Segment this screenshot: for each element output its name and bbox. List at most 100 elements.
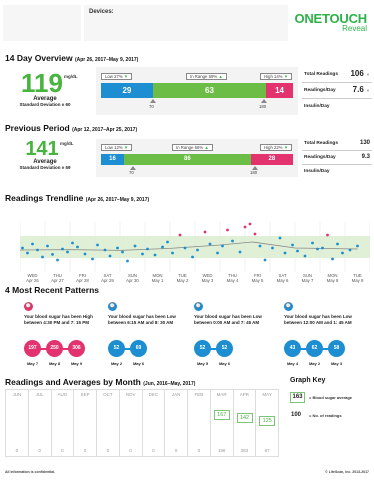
overview-title: 14 Day Overview (Apr 26, 2017–May 9, 201… bbox=[5, 53, 139, 63]
clock-icon: ⌚ bbox=[108, 302, 117, 311]
pattern-reading-date: May 3 bbox=[330, 361, 343, 366]
monthly-title: Readings and Averages by Month (Jun, 201… bbox=[5, 377, 196, 387]
reading-point bbox=[331, 257, 334, 261]
previous-low-threshold: 70 bbox=[129, 170, 134, 175]
overview-high-segment: 14 bbox=[266, 83, 293, 98]
pattern-card[interactable]: ⌚ Your blood sugar has been Low between 0… bbox=[194, 302, 278, 372]
pattern-card[interactable]: ⌚ Your blood sugar has been Low between 6… bbox=[108, 302, 192, 372]
trendline-chart bbox=[20, 222, 370, 272]
reading-point bbox=[171, 251, 174, 255]
reading-point bbox=[26, 251, 29, 255]
reading-point bbox=[203, 230, 207, 234]
graph-key: Graph Key 163 = Blood sugar average 100 … bbox=[290, 377, 370, 424]
month-name: JUL bbox=[35, 392, 44, 397]
reading-point bbox=[208, 242, 212, 246]
previous-inrange-segment: 86 bbox=[124, 154, 251, 165]
reading-point bbox=[183, 246, 187, 250]
month-column: MAR 167 196 bbox=[211, 390, 234, 456]
pattern-reading-value: 197 bbox=[24, 340, 41, 357]
month-column: NOV 0 bbox=[120, 390, 143, 456]
month-name: MAR bbox=[216, 392, 227, 397]
graph-key-title: Graph Key bbox=[290, 377, 326, 384]
month-average: 167 bbox=[213, 409, 230, 420]
pattern-reading-date: May 2 bbox=[308, 361, 321, 366]
graph-key-count-sample: 100 bbox=[291, 412, 302, 418]
month-reading-count: 67 bbox=[264, 448, 270, 453]
reading-point bbox=[146, 247, 149, 251]
pattern-reading-date: May 4 bbox=[286, 361, 299, 366]
reading-point bbox=[166, 240, 169, 244]
month-reading-count: 0 bbox=[15, 448, 19, 453]
reading-point bbox=[91, 257, 94, 261]
month-name: DEC bbox=[148, 392, 159, 397]
trend-day-label: MON May 1 bbox=[151, 273, 164, 283]
reading-point bbox=[303, 254, 307, 258]
month-reading-count: 196 bbox=[217, 448, 226, 453]
previous-title: Previous Period (Apr 12, 2017–Apr 25, 20… bbox=[5, 123, 138, 133]
reading-point bbox=[191, 255, 194, 259]
pattern-description: Your blood sugar has been High between 4… bbox=[24, 314, 93, 325]
monthly-grid: JUN 0 JUL 0 AUG 0 SEP 0 OCT 0 NOV 0 DEC 0 JAN 0 FEB 0 MAR 1… bbox=[5, 389, 279, 457]
month-column: OCT 0 bbox=[97, 390, 120, 456]
month-reading-count: 0 bbox=[61, 448, 64, 453]
month-reading-count: 0 bbox=[83, 448, 87, 453]
month-column: JUN 0 bbox=[6, 390, 29, 456]
reading-point bbox=[291, 243, 294, 247]
overview-inrange-segment: 63 bbox=[152, 83, 267, 98]
overview-unit: mg/dL bbox=[64, 74, 78, 79]
pattern-card[interactable]: ⌚ Your blood sugar has been High between … bbox=[24, 302, 108, 372]
pattern-reading-value: 69 bbox=[130, 340, 147, 357]
month-column: MAY 125 67 bbox=[256, 390, 278, 456]
pattern-reading-value: 306 bbox=[68, 340, 85, 357]
overview-inrange-tag: In Range 59% ▲ bbox=[186, 73, 227, 80]
reading-point bbox=[326, 233, 329, 237]
month-average: 125 bbox=[259, 415, 276, 426]
pattern-reading-value: 250 bbox=[46, 340, 63, 357]
pattern-reading-date: May 5 bbox=[196, 361, 209, 366]
pattern-reading-date: May 6 bbox=[218, 361, 231, 366]
pattern-reading-date: May 9 bbox=[70, 361, 83, 366]
overview-range-panel: Low 27% ▼ In Range 59% ▲ High 14% ▼ 29 6… bbox=[96, 67, 298, 115]
previous-low-tag: Low 12% ▼ bbox=[101, 144, 133, 151]
overview-sd: Standard Deviation ± 60 bbox=[19, 102, 71, 107]
reading-point bbox=[116, 246, 119, 250]
previous-inrange-tag: In Range 66% ▲ bbox=[172, 144, 213, 151]
reading-point bbox=[238, 250, 242, 254]
reading-point bbox=[356, 244, 359, 248]
overview-high-marker bbox=[261, 99, 267, 103]
pattern-reading-value: 52 bbox=[108, 340, 125, 357]
graph-key-count-desc: = No. of readings bbox=[309, 413, 342, 418]
pattern-card[interactable]: ⌚ Your blood sugar has been Low between 1… bbox=[284, 302, 368, 372]
reading-point bbox=[133, 244, 137, 248]
overview-low-marker bbox=[150, 99, 156, 103]
pattern-reading-date: May 6 bbox=[132, 361, 145, 366]
reading-point bbox=[51, 253, 54, 256]
pattern-readings: 197 250 306 bbox=[24, 340, 108, 358]
clock-icon: ⌚ bbox=[284, 302, 293, 311]
overview-low-tag: Low 27% ▼ bbox=[101, 73, 133, 80]
report-header: Devices: ONETOUCH Reveal bbox=[3, 5, 371, 43]
overview-readings-per-day: Readings/Day 7.6 ▼ bbox=[302, 83, 372, 99]
pattern-reading-date: May 8 bbox=[48, 361, 61, 366]
reading-point bbox=[316, 247, 319, 251]
previous-sd: Standard Deviation ± 59 bbox=[19, 165, 71, 170]
trend-day-label: SAT May 6 bbox=[276, 273, 289, 283]
reading-point bbox=[196, 248, 199, 252]
pattern-description: Your blood sugar has been Low between 12… bbox=[284, 314, 352, 325]
reading-point bbox=[311, 241, 314, 245]
previous-low-segment: 16 bbox=[101, 154, 125, 165]
footer-confidential: All information is confidential. bbox=[5, 470, 56, 474]
overview-high-tag: High 14% ▼ bbox=[260, 73, 293, 80]
previous-high-segment: 28 bbox=[250, 154, 293, 165]
pattern-reading-value: 43 bbox=[284, 340, 301, 357]
previous-high-tag: High 22% ▼ bbox=[260, 144, 293, 151]
overview-low-threshold: 70 bbox=[149, 104, 154, 109]
reading-point bbox=[336, 242, 339, 246]
overview-average: 119 mg/dL Average Standard Deviation ± 6… bbox=[5, 70, 85, 118]
trend-day-label: THU May 4 bbox=[226, 273, 239, 283]
reading-point bbox=[341, 251, 344, 255]
devices-box: Devices: bbox=[84, 5, 288, 41]
pattern-description: Your blood sugar has been Low between 0:… bbox=[194, 314, 262, 325]
month-reading-count: 0 bbox=[129, 448, 132, 453]
previous-insulin-per-day: Insulin/Day bbox=[304, 169, 330, 174]
